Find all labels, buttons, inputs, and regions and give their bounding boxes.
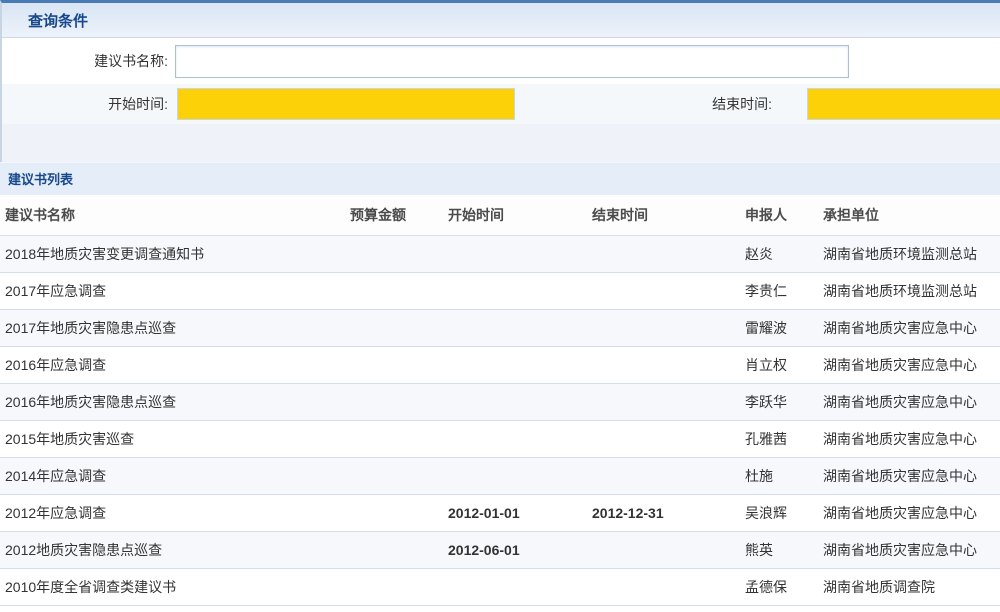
cell-applicant: 赵炎 [740,235,818,272]
table-row[interactable]: 2018年地质灾害变更调查通知书 赵炎 湖南省地质环境监测总站 [0,235,1000,272]
cell-budget [345,346,443,383]
cell-unit: 湖南省地质灾害应急中心 [818,346,1000,383]
cell-proposal-name: 2015年地质灾害巡查 [0,420,345,457]
cell-applicant: 熊英 [740,531,818,568]
end-time-input[interactable] [807,88,1000,120]
cell-unit: 湖南省地质灾害应急中心 [818,383,1000,420]
cell-end-time [587,457,740,494]
cell-proposal-name: 2016年地质灾害隐患点巡查 [0,383,345,420]
cell-start-time [443,457,587,494]
proposal-name-input[interactable] [175,45,849,78]
time-range-row: 开始时间: 结束时间: [2,84,1000,124]
table-row[interactable]: 2016年应急调查 肖立权 湖南省地质灾害应急中心 [0,346,1000,383]
cell-applicant: 李贵仁 [740,272,818,309]
cell-start-time: 2012-06-01 [443,531,587,568]
proposal-table: 建议书名称 预算金额 开始时间 结束时间 申报人 承担单位 2018年地质灾害变… [0,195,1000,606]
cell-end-time [587,272,740,309]
cell-applicant: 孔雅茜 [740,420,818,457]
cell-budget [345,235,443,272]
cell-start-time [443,346,587,383]
cell-budget [345,383,443,420]
query-panel-title: 查询条件 [28,10,88,31]
proposal-name-row: 建议书名称: [2,38,1000,84]
cell-start-time [443,309,587,346]
cell-proposal-name: 2012地质灾害隐患点巡查 [0,531,345,568]
cell-proposal-name: 2012年应急调查 [0,494,345,531]
cell-unit: 湖南省地质灾害应急中心 [818,457,1000,494]
end-time-label: 结束时间: [515,94,772,114]
query-conditions-panel: 查询条件 建议书名称: 开始时间: 结束时间: [0,0,1000,124]
cell-applicant: 杜施 [740,457,818,494]
panel-spacer [0,124,1000,162]
proposal-list-panel: 建议书列表 建议书名称 预算金额 开始时间 结束时间 申报人 承担单位 2018… [0,162,1000,606]
cell-applicant: 李跃华 [740,383,818,420]
cell-proposal-name: 2017年地质灾害隐患点巡查 [0,309,345,346]
table-row[interactable]: 2014年应急调查 杜施 湖南省地质灾害应急中心 [0,457,1000,494]
table-header-row: 建议书名称 预算金额 开始时间 结束时间 申报人 承担单位 [0,195,1000,235]
cell-unit: 湖南省地质调查院 [818,568,1000,605]
cell-unit: 湖南省地质灾害应急中心 [818,420,1000,457]
cell-end-time [587,346,740,383]
column-header-applicant: 申报人 [740,195,818,235]
column-header-end-time: 结束时间 [587,195,740,235]
cell-unit: 湖南省地质灾害应急中心 [818,531,1000,568]
cell-unit: 湖南省地质灾害应急中心 [818,309,1000,346]
cell-start-time: 2012-01-01 [443,494,587,531]
cell-budget [345,568,443,605]
cell-budget [345,420,443,457]
proposal-table-body: 2018年地质灾害变更调查通知书 赵炎 湖南省地质环境监测总站 2017年应急调… [0,235,1000,605]
table-row[interactable]: 2012地质灾害隐患点巡查 2012-06-01 熊英 湖南省地质灾害应急中心 [0,531,1000,568]
cell-proposal-name: 2017年应急调查 [0,272,345,309]
table-row[interactable]: 2016年地质灾害隐患点巡查 李跃华 湖南省地质灾害应急中心 [0,383,1000,420]
cell-end-time [587,568,740,605]
cell-start-time [443,568,587,605]
cell-budget [345,531,443,568]
cell-end-time [587,383,740,420]
cell-budget [345,457,443,494]
cell-budget [345,272,443,309]
start-time-label: 开始时间: [2,94,168,114]
cell-start-time [443,272,587,309]
list-panel-header: 建议书列表 [0,162,1000,195]
cell-unit: 湖南省地质环境监测总站 [818,235,1000,272]
cell-end-time [587,235,740,272]
cell-applicant: 孟德保 [740,568,818,605]
column-header-unit: 承担单位 [818,195,1000,235]
cell-end-time [587,309,740,346]
cell-proposal-name: 2016年应急调查 [0,346,345,383]
column-header-start-time: 开始时间 [443,195,587,235]
cell-applicant: 肖立权 [740,346,818,383]
table-row[interactable]: 2010年度全省调查类建议书 孟德保 湖南省地质调查院 [0,568,1000,605]
query-panel-header: 查询条件 [2,3,1000,38]
cell-budget [345,494,443,531]
cell-end-time [587,531,740,568]
cell-start-time [443,383,587,420]
cell-end-time [587,420,740,457]
column-header-proposal-name: 建议书名称 [0,195,345,235]
start-time-input[interactable] [177,88,515,120]
cell-proposal-name: 2014年应急调查 [0,457,345,494]
table-row[interactable]: 2012年应急调查 2012-01-01 2012-12-31 吴浪辉 湖南省地… [0,494,1000,531]
cell-start-time [443,420,587,457]
cell-start-time [443,235,587,272]
proposal-name-label: 建议书名称: [2,51,168,71]
cell-applicant: 雷耀波 [740,309,818,346]
cell-unit: 湖南省地质灾害应急中心 [818,494,1000,531]
cell-budget [345,309,443,346]
cell-applicant: 吴浪辉 [740,494,818,531]
table-row[interactable]: 2017年地质灾害隐患点巡查 雷耀波 湖南省地质灾害应急中心 [0,309,1000,346]
cell-proposal-name: 2018年地质灾害变更调查通知书 [0,235,345,272]
cell-unit: 湖南省地质环境监测总站 [818,272,1000,309]
cell-proposal-name: 2010年度全省调查类建议书 [0,568,345,605]
cell-end-time: 2012-12-31 [587,494,740,531]
table-row[interactable]: 2015年地质灾害巡查 孔雅茜 湖南省地质灾害应急中心 [0,420,1000,457]
column-header-budget: 预算金额 [345,195,443,235]
table-row[interactable]: 2017年应急调查 李贵仁 湖南省地质环境监测总站 [0,272,1000,309]
list-panel-title: 建议书列表 [8,169,73,188]
